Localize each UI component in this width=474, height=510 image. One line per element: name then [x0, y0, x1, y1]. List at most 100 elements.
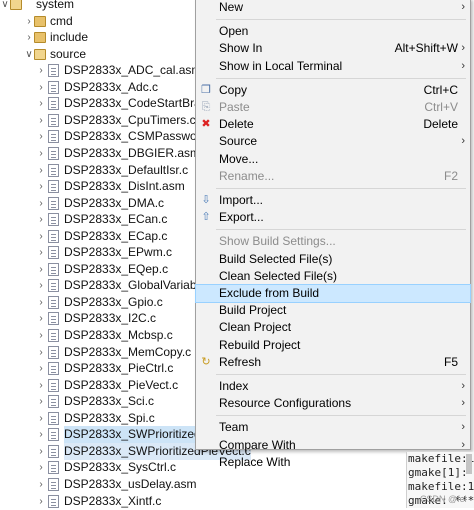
menu-item-label: Open — [219, 24, 249, 39]
file-icon — [48, 378, 59, 392]
menu-item-label: Clean Project — [219, 320, 292, 335]
menu-item-rebuild-project[interactable]: Rebuild Project — [196, 337, 470, 354]
menu-item-index[interactable]: Index › — [196, 378, 470, 395]
collapse-arrow-icon[interactable]: › — [36, 360, 46, 377]
file-icon — [48, 279, 59, 293]
file-icon — [48, 196, 59, 210]
menu-item-show-in[interactable]: Show In Alt+Shift+W › — [196, 40, 470, 57]
project-explorer-tree: ∨ system › cmd › include ∨ source › DSP2833x_ADC_… — [0, 0, 251, 510]
menu-item-label: Clean Selected File(s) — [219, 268, 338, 283]
delete-icon: ✖ — [201, 118, 211, 131]
tree-item-label: DSP2833x_GlobalVariabl — [64, 278, 200, 293]
collapse-arrow-icon[interactable]: › — [36, 310, 46, 327]
menu-item-copy[interactable]: ❐ Copy Ctrl+C — [196, 82, 470, 99]
tree-item-label: DSP2833x_DMA.c — [64, 195, 165, 210]
menu-item-label: Export... — [219, 210, 264, 225]
console-scrollbar[interactable] — [466, 454, 472, 474]
collapse-arrow-icon[interactable]: › — [36, 459, 46, 476]
menu-item-import[interactable]: ⇩ Import... — [196, 192, 470, 209]
file-icon — [48, 312, 59, 326]
tree-item-label: DSP2833x_PieVect.c — [64, 377, 179, 392]
collapse-arrow-icon[interactable]: › — [24, 29, 34, 46]
file-icon — [48, 80, 59, 94]
menu-item-build-selected-file-s[interactable]: Build Selected File(s) — [196, 251, 470, 268]
collapse-arrow-icon[interactable]: › — [36, 393, 46, 410]
collapse-arrow-icon[interactable]: › — [36, 377, 46, 394]
file-icon — [48, 477, 59, 491]
collapse-arrow-icon[interactable]: › — [36, 228, 46, 245]
collapse-arrow-icon[interactable]: › — [36, 294, 46, 311]
menu-item-clean-selected-file-s[interactable]: Clean Selected File(s) — [196, 268, 470, 285]
import-icon: ⇩ — [201, 194, 211, 206]
menu-item-delete[interactable]: ✖ Delete Delete — [196, 116, 470, 133]
collapse-arrow-icon[interactable]: › — [36, 261, 46, 278]
export-icon: ⇧ — [201, 211, 211, 224]
menu-item-new[interactable]: New › — [196, 0, 470, 16]
tree-item-label: DSP2833x_CSMPasswor — [64, 129, 201, 144]
collapse-arrow-icon[interactable]: › — [36, 62, 46, 79]
menu-item-resource-configurations[interactable]: Resource Configurations › — [196, 395, 470, 412]
expand-arrow-icon[interactable]: ∨ — [24, 46, 34, 63]
refresh-icon: ↻ — [201, 355, 211, 368]
tree-item-label: include — [50, 30, 89, 45]
submenu-arrow-icon: › — [461, 1, 465, 13]
file-icon — [48, 113, 59, 127]
console-line: makefile:1( — [408, 452, 474, 465]
folder-icon — [10, 0, 22, 10]
collapse-arrow-icon[interactable]: › — [36, 195, 46, 212]
collapse-arrow-icon[interactable]: › — [24, 13, 34, 30]
submenu-arrow-icon: › — [461, 135, 465, 148]
menu-item-label: Delete — [219, 117, 254, 132]
tree-item-label: DSP2833x_I2C.c — [64, 311, 157, 326]
menu-item-clean-project[interactable]: Clean Project — [196, 319, 470, 336]
collapse-arrow-icon[interactable]: › — [36, 493, 46, 510]
submenu-arrow-icon: › — [461, 397, 465, 410]
menu-item-label: Rebuild Project — [219, 337, 301, 352]
collapse-arrow-icon[interactable]: › — [36, 426, 46, 443]
menu-item-label: Build Project — [219, 303, 287, 318]
collapse-arrow-icon[interactable]: › — [36, 178, 46, 195]
collapse-arrow-icon[interactable]: › — [36, 244, 46, 261]
menu-item-move[interactable]: Move... — [196, 151, 470, 168]
file-icon — [48, 130, 59, 144]
collapse-arrow-icon[interactable]: › — [36, 162, 46, 179]
expand-arrow-icon[interactable]: ∨ — [0, 0, 10, 13]
collapse-arrow-icon[interactable]: › — [36, 145, 46, 162]
collapse-arrow-icon[interactable]: › — [36, 443, 46, 460]
menu-separator — [216, 188, 466, 189]
menu-item-open[interactable]: Open — [196, 23, 470, 40]
collapse-arrow-icon[interactable]: › — [36, 327, 46, 344]
menu-item-show-build-settings[interactable]: Show Build Settings... — [196, 233, 470, 250]
file-icon — [48, 213, 59, 227]
submenu-arrow-icon: › — [461, 380, 465, 392]
menu-item-shortcut: Ctrl+V — [424, 100, 458, 114]
tree-item-label: source — [50, 46, 87, 61]
collapse-arrow-icon[interactable]: › — [36, 211, 46, 228]
menu-item-label: Replace With — [219, 454, 291, 469]
menu-item-label: Source — [219, 134, 258, 149]
menu-item-rename[interactable]: Rename... F2 — [196, 168, 470, 185]
menu-item-label: Show in Local Terminal — [219, 58, 343, 73]
menu-item-refresh[interactable]: ↻ Refresh F5 — [196, 354, 470, 371]
menu-item-label: Rename... — [219, 168, 275, 183]
file-icon — [48, 444, 59, 458]
collapse-arrow-icon[interactable]: › — [36, 95, 46, 112]
file-icon — [48, 345, 59, 359]
collapse-arrow-icon[interactable]: › — [36, 128, 46, 145]
collapse-arrow-icon[interactable]: › — [36, 344, 46, 361]
menu-item-source[interactable]: Source › — [196, 133, 470, 150]
menu-item-paste[interactable]: ⎘ Paste Ctrl+V — [196, 99, 470, 116]
menu-item-show-in-local-terminal[interactable]: Show in Local Terminal › — [196, 58, 470, 75]
menu-item-label: Resource Configurations — [219, 396, 352, 411]
collapse-arrow-icon[interactable]: › — [36, 476, 46, 493]
tree-item-label: DSP2833x_SysCtrl.c — [64, 460, 177, 475]
collapse-arrow-icon[interactable]: › — [36, 277, 46, 294]
collapse-arrow-icon[interactable]: › — [36, 112, 46, 129]
menu-item-export[interactable]: ⇧ Export... — [196, 209, 470, 226]
menu-item-build-project[interactable]: Build Project — [196, 302, 470, 319]
collapse-arrow-icon[interactable]: › — [36, 79, 46, 96]
menu-item-team[interactable]: Team › — [196, 419, 470, 436]
tree-item-label: DSP2833x_DBGIER.asm — [64, 145, 201, 160]
collapse-arrow-icon[interactable]: › — [36, 410, 46, 427]
menu-item-exclude-from-build[interactable]: Exclude from Build — [195, 284, 471, 303]
